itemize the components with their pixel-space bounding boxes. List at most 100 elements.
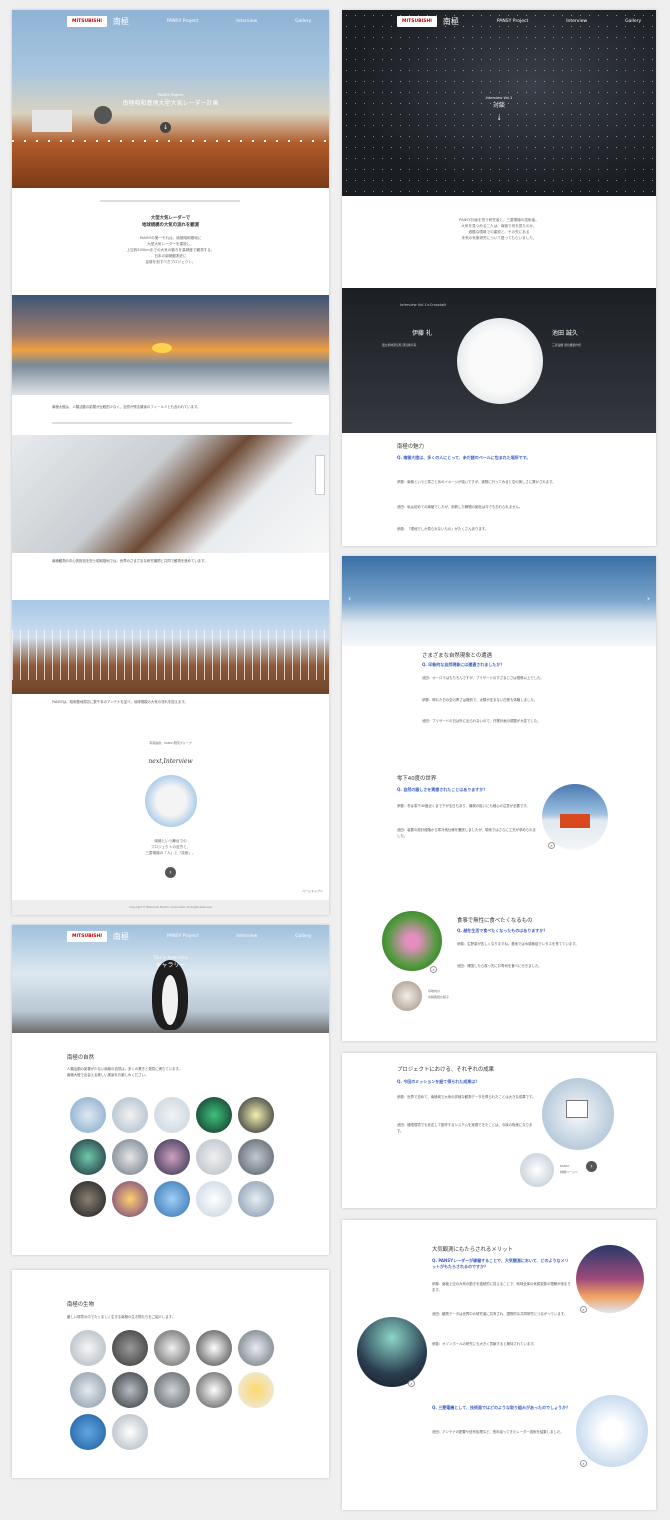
prev-arrow-icon[interactable]: ‹	[348, 594, 351, 603]
results-heading: プロジェクトにおける、それぞれの成果	[397, 1067, 495, 1073]
gallery-thumb[interactable]	[112, 1414, 148, 1450]
zoom-icon[interactable]: ⌕	[580, 1460, 587, 1467]
next-arrow-icon[interactable]: ›	[647, 594, 650, 603]
interviewees-photo	[457, 318, 543, 404]
next-interview-body: 南極という舞台での プロジェクトの苦労と、 三菱電機の「人」と「技術」。	[145, 839, 196, 855]
interview-page: MITSUBISHI 南極 PANSY Project Interview Ga…	[342, 10, 656, 546]
interview-title: 対談	[492, 102, 505, 109]
photo-caption: 写真提供：PANSY研究グループ	[149, 741, 192, 745]
gallery-thumb[interactable]	[238, 1181, 274, 1217]
gallery-thumb[interactable]	[196, 1097, 232, 1133]
answer-5: 伊藤：晴れた日の空の青さは格別で、太陽が沈まない白夜も体験しました。	[422, 698, 538, 702]
page-top-link[interactable]: ページトップへ	[302, 888, 323, 894]
pansy-project-page: MITSUBISHI 南極 PANSY Project Interview Ga…	[12, 10, 329, 915]
aurora-photo[interactable]	[357, 1317, 427, 1387]
gallery-thumb[interactable]	[238, 1097, 274, 1133]
results-section: プロジェクトにおける、それぞれの成果 Q. 今回のミッションを経て得られた成果は…	[342, 1053, 656, 1208]
gallery-thumb[interactable]	[154, 1330, 190, 1366]
phenomena-section: ‹ › さまざまな自然現象との遭遇 Q. 印象的な自然現象には遭遇されましたか？…	[342, 556, 656, 1041]
answer-6: 池田：ブリザードの日は外に出られないので、作業計画の調整が大変でした。	[422, 719, 541, 723]
kitchen-photo[interactable]	[392, 981, 422, 1011]
lead-title: 大型大気レーダーで 地球規模の大気の流れを観測	[141, 216, 200, 228]
body-text-2: 南極観測の中心的役割を担う昭和基地では、世界のさまざまな研究機関と共同で観測を進…	[52, 559, 208, 563]
pansy-more-label[interactable]: PANSY 詳細ページへ	[560, 1163, 578, 1175]
sunset-photo[interactable]	[576, 1245, 644, 1313]
gallery-thumb[interactable]	[112, 1139, 148, 1175]
next-interview-photo[interactable]	[145, 775, 197, 827]
gallery-nature-page: MITSUBISHI 南極 PANSY Project Interview Ga…	[12, 925, 329, 1255]
brand-logo[interactable]: MITSUBISHI	[67, 930, 107, 942]
answer-3: 伊藤：「現地でしか見られないもの」がたくさんあります。	[397, 527, 489, 531]
ice-panorama[interactable]: ‹ ›	[342, 556, 656, 646]
zoom-icon[interactable]: ⌕	[430, 966, 437, 973]
gallery-thumb[interactable]	[112, 1181, 148, 1217]
food-heading: 食事で無性に食べたくなるもの	[457, 918, 533, 924]
site-logo[interactable]: 南極	[113, 931, 129, 942]
nav-gallery[interactable]: Gallery	[295, 934, 311, 939]
brand-logo[interactable]: MITSUBISHI	[397, 15, 437, 27]
gallery-title: ギャラリー	[155, 962, 186, 969]
name-right: 池田 誠久	[552, 330, 578, 337]
gallery-thumb[interactable]	[112, 1372, 148, 1408]
gallery-thumb[interactable]	[70, 1181, 106, 1217]
merits-section: 大気観測にもたらされるメリット Q. PANSYレーダーが稼働することで、大気観…	[342, 1220, 656, 1510]
equipment-photo[interactable]	[542, 1078, 614, 1150]
aerial-map[interactable]	[12, 435, 329, 553]
gallery-thumb[interactable]	[154, 1181, 190, 1217]
gallery-nav: MITSUBISHI 南極 PANSY Project Interview Ga…	[12, 925, 329, 947]
antenna-photo[interactable]	[520, 1153, 554, 1187]
snow-vehicle-photo[interactable]	[542, 784, 608, 850]
scroll-down-button[interactable]: ↓	[160, 122, 171, 133]
nav-gallery[interactable]: Gallery	[625, 19, 641, 24]
zoom-icon[interactable]: ⌕	[548, 842, 555, 849]
gallery-thumb[interactable]	[70, 1097, 106, 1133]
pansy-more-button[interactable]: ›	[586, 1161, 597, 1172]
arrow-down-icon[interactable]: ↓	[342, 115, 656, 122]
gallery-thumb[interactable]	[112, 1330, 148, 1366]
sunset-image	[12, 295, 329, 395]
gallery-thumb[interactable]	[70, 1372, 106, 1408]
next-interview-button[interactable]: ›	[165, 867, 176, 878]
body-text-3: PANSYは、昭和基地周辺に数千本のアンテナを並べ、地球規模の大気の流れを捉えま…	[52, 700, 188, 704]
gallery-thumb[interactable]	[196, 1139, 232, 1175]
gallery-thumb[interactable]	[70, 1330, 106, 1366]
crosstalk-banner: Interview Vol.1×Crosstalk 伊藤 礼 池田 誠久 国立極…	[342, 288, 656, 433]
nav-pansy[interactable]: PANSY Project	[167, 19, 198, 24]
plants-photo[interactable]	[382, 911, 442, 971]
answer-16: 池田：アンテナの配置や信号処理など、長年培ってきたレーダー技術を結集しました。	[432, 1430, 564, 1434]
gallery-thumb[interactable]	[238, 1330, 274, 1366]
site-logo[interactable]: 南極	[443, 16, 459, 27]
gallery-thumb[interactable]	[154, 1139, 190, 1175]
nav-gallery[interactable]: Gallery	[295, 19, 311, 24]
creatures-gallery-grid	[70, 1330, 274, 1450]
nav-interview[interactable]: Interview	[236, 19, 257, 24]
nav-interview[interactable]: Interview	[236, 934, 257, 939]
gallery-thumb[interactable]	[154, 1097, 190, 1133]
name-left: 伊藤 礼	[412, 330, 432, 337]
gallery-thumb[interactable]	[154, 1372, 190, 1408]
zoom-icon[interactable]: ⌕	[580, 1306, 587, 1313]
gallery-thumb[interactable]	[196, 1330, 232, 1366]
gallery-thumb[interactable]	[196, 1372, 232, 1408]
footer: Copyright © Mitsubishi Electric Corporat…	[12, 900, 329, 915]
gallery-thumb[interactable]	[70, 1139, 106, 1175]
phenomena-heading: さまざまな自然現象との遭遇	[422, 653, 493, 659]
answer-8: 池田：装置の設計段階から寒冷地仕様を徹底しましたが、現地ではさらに工夫が求められ…	[397, 828, 536, 838]
nav-pansy[interactable]: PANSY Project	[497, 19, 528, 24]
zoom-icon[interactable]: ⌕	[408, 1380, 415, 1387]
role-right: 三菱電機 通信機製作所	[552, 343, 581, 347]
answer-13: 伊藤：南極上空の大気の動きを連続的に捉えることで、地球全体の気候変動の理解が深ま…	[432, 1282, 571, 1292]
brand-logo[interactable]: MITSUBISHI	[67, 15, 107, 27]
answer-4: 池田：オーロラはもちろんですが、ブリザードのすさまじさは想像以上でした。	[422, 676, 544, 680]
gallery-thumb[interactable]	[238, 1372, 274, 1408]
nav-pansy[interactable]: PANSY Project	[167, 934, 198, 939]
gallery-thumb[interactable]	[112, 1097, 148, 1133]
gallery-thumb[interactable]	[70, 1414, 106, 1450]
nav-interview[interactable]: Interview	[566, 19, 587, 24]
ice-dome-photo[interactable]	[576, 1395, 648, 1467]
answer-10: 池田：帰国したら真っ先にお寿司を食べに行きました。	[457, 964, 542, 968]
site-logo[interactable]: 南極	[113, 16, 129, 27]
gallery-thumb[interactable]	[196, 1181, 232, 1217]
crosstalk-label: Interview Vol.1×Crosstalk	[400, 303, 447, 307]
gallery-thumb[interactable]	[238, 1139, 274, 1175]
